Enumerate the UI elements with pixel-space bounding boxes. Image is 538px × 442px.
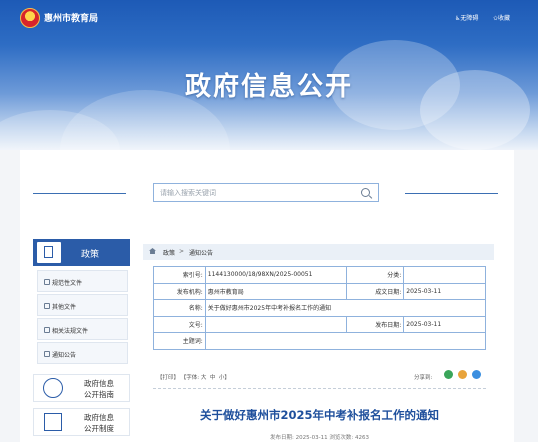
list-icon xyxy=(44,413,62,431)
sidebar-item-label: 相关法规文件 xyxy=(52,328,89,335)
topic-label: 主题词: xyxy=(153,332,206,350)
home-icon[interactable] xyxy=(149,248,156,254)
category-value xyxy=(403,266,486,284)
index-label: 索引号: xyxy=(153,266,206,284)
created-date-value: 2025-03-11 xyxy=(403,282,486,300)
bullet-icon xyxy=(44,351,50,357)
table-row: 发布机构: 惠州市教育局 成文日期: 2025-03-11 xyxy=(153,282,486,300)
sidebar-item-normative-docs[interactable]: 规范性文件 xyxy=(37,270,128,292)
breadcrumb-separator: > xyxy=(179,248,185,255)
sidebar-disclosure-guide[interactable]: 政府信息 公开指南 xyxy=(33,374,130,402)
table-row: 索引号: 1144130000/18/98XN/2025-00051 分类: xyxy=(153,266,486,284)
published-date-label: 发布日期: xyxy=(345,315,405,333)
doc-number-value xyxy=(204,315,347,333)
published-date-value: 2025-03-11 xyxy=(403,315,486,333)
bookmark-label: 收藏 xyxy=(498,15,511,22)
bookmark-link[interactable]: ✩收藏 xyxy=(493,13,510,22)
share-label: 分享到: xyxy=(414,375,433,381)
breadcrumb-home[interactable]: 政策 xyxy=(163,248,175,257)
bullet-icon xyxy=(44,303,50,309)
search-icon[interactable] xyxy=(361,188,370,197)
table-row: 名称: 关于做好惠州市2025年中考补报名工作的通知 xyxy=(153,299,487,317)
compass-icon xyxy=(43,378,63,398)
sidebar-item-other-docs[interactable]: 其他文件 xyxy=(37,294,128,316)
accessibility-label: 无障碍 xyxy=(460,15,479,22)
sidebar-item-label: 规范性文件 xyxy=(52,280,83,287)
document-meta: 发布日期: 2025-03-11 浏览次数: 4263 xyxy=(270,435,369,441)
name-value: 关于做好惠州市2025年中考补报名工作的通知 xyxy=(204,299,487,317)
divider-line xyxy=(405,193,498,194)
name-label: 名称: xyxy=(153,299,206,317)
wechat-share-icon[interactable] xyxy=(444,370,453,379)
search-box xyxy=(153,183,379,202)
sidebar-item-label: 通知公告 xyxy=(52,352,77,359)
font-large-button[interactable]: 大 xyxy=(201,375,207,381)
sidebar-heading-label: 政策 xyxy=(81,250,100,260)
font-medium-button[interactable]: 中 xyxy=(210,375,216,381)
page-banner-title: 政府信息公开 xyxy=(184,72,353,102)
sidebar-big-label: 政府信息 xyxy=(84,413,114,422)
sidebar-disclosure-system[interactable]: 政府信息 公开制度 xyxy=(33,408,130,436)
table-row: 文号: 发布日期: 2025-03-11 xyxy=(153,315,486,333)
sidebar-item-regulations[interactable]: 相关法规文件 xyxy=(37,318,128,340)
index-value: 1144130000/18/98XN/2025-00051 xyxy=(204,266,347,284)
sidebar-big-label: 公开制度 xyxy=(84,424,114,433)
document-icon xyxy=(37,242,61,263)
sidebar-big-label: 公开指南 xyxy=(84,390,114,399)
search-input[interactable] xyxy=(154,184,366,201)
bullet-icon xyxy=(44,327,50,333)
publisher-label: 发布机构: xyxy=(153,282,206,300)
sidebar-big-label: 政府信息 xyxy=(84,379,114,388)
document-tools: 【打印】 【字体: 大 中 小】 xyxy=(157,373,230,381)
table-row: 主题词: xyxy=(153,332,487,350)
site-name[interactable]: 惠州市教育局 xyxy=(44,11,98,24)
metadata-table: 索引号: 1144130000/18/98XN/2025-00051 分类: 发… xyxy=(153,266,487,350)
sidebar-item-notices[interactable]: 通知公告 xyxy=(37,342,128,364)
breadcrumb: 政策 > 通知公告 xyxy=(143,244,494,260)
header-banner: 惠州市教育局 ♿无障碍 ✩收藏 政府信息公开 xyxy=(0,0,538,150)
divider-line xyxy=(153,388,486,389)
created-date-label: 成文日期: xyxy=(345,282,405,300)
qq-share-icon[interactable] xyxy=(472,370,481,379)
weibo-share-icon[interactable] xyxy=(458,370,467,379)
topic-value xyxy=(204,332,487,350)
font-size-label: 【字体: xyxy=(180,375,200,381)
sidebar-heading[interactable]: 政策 xyxy=(33,239,130,266)
divider-line xyxy=(33,193,126,194)
breadcrumb-current[interactable]: 通知公告 xyxy=(189,248,213,257)
doc-number-label: 文号: xyxy=(153,315,206,333)
document-title: 关于做好惠州市2025年中考补报名工作的通知 xyxy=(199,408,439,422)
emblem-logo[interactable] xyxy=(20,8,40,28)
accessibility-link[interactable]: ♿无障碍 xyxy=(455,13,478,22)
bullet-icon xyxy=(44,279,50,285)
print-button[interactable]: 【打印】 xyxy=(157,375,179,381)
font-small-button[interactable]: 小】 xyxy=(219,375,230,381)
sidebar-item-label: 其他文件 xyxy=(52,304,77,311)
category-label: 分类: xyxy=(345,266,405,284)
publisher-value: 惠州市教育局 xyxy=(204,282,347,300)
